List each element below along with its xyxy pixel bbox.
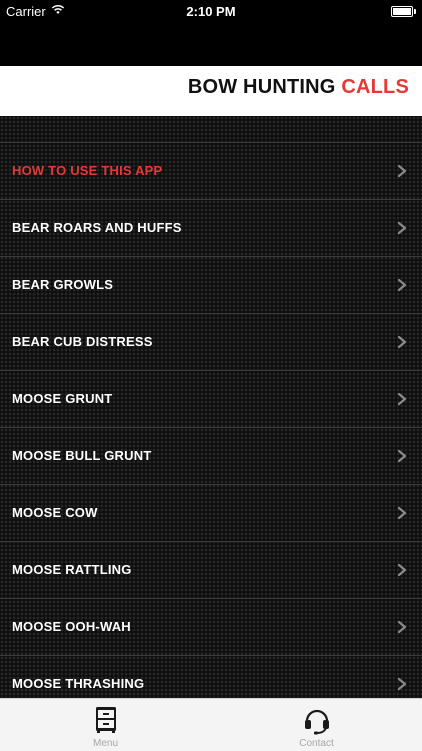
chevron-right-icon	[397, 563, 407, 577]
tab-label: Menu	[92, 738, 118, 749]
app-title: BOW HUNTING CALLS	[188, 76, 409, 99]
tab-menu[interactable]: Menu	[0, 699, 211, 751]
menu-item-label: MOOSE GRUNT	[12, 391, 113, 406]
menu-item-label: HOW TO USE THIS APP	[12, 163, 163, 178]
chevron-right-icon	[397, 221, 407, 235]
menu-item-bear-roars-and-huffs[interactable]: BEAR ROARS AND HUFFS	[0, 200, 422, 257]
tab-contact[interactable]: Contact	[211, 699, 422, 751]
menu-item-label: BEAR CUB DISTRESS	[12, 334, 153, 349]
chevron-right-icon	[397, 278, 407, 292]
menu-list[interactable]: HOW TO USE THIS APP BEAR ROARS AND HUFFS…	[0, 116, 422, 698]
chevron-right-icon	[397, 449, 407, 463]
status-bar: Carrier 2:10 PM	[0, 0, 422, 22]
menu-item-moose-bull-grunt[interactable]: MOOSE BULL GRUNT	[0, 428, 422, 485]
cabinet-icon	[96, 707, 116, 733]
menu-item-label: BEAR GROWLS	[12, 277, 114, 292]
menu-item-label: MOOSE COW	[12, 505, 98, 520]
menu-item-label: MOOSE RATTLING	[12, 562, 132, 577]
chevron-right-icon	[397, 677, 407, 691]
tab-bar: Menu Contact	[0, 698, 422, 751]
menu-item-label: BEAR ROARS AND HUFFS	[12, 220, 182, 235]
menu-item-label: MOOSE OOH-WAH	[12, 619, 131, 634]
chevron-right-icon	[397, 335, 407, 349]
chevron-right-icon	[397, 164, 407, 178]
navigation-bar	[0, 22, 422, 66]
list-top-spacer	[0, 116, 422, 143]
menu-item-moose-rattling[interactable]: MOOSE RATTLING	[0, 542, 422, 599]
menu-item-moose-thrashing[interactable]: MOOSE THRASHING	[0, 656, 422, 698]
chevron-right-icon	[397, 620, 407, 634]
tab-label: Contact	[299, 738, 334, 749]
menu-item-bear-growls[interactable]: BEAR GROWLS	[0, 257, 422, 314]
menu-item-label: MOOSE THRASHING	[12, 676, 145, 691]
chevron-right-icon	[397, 506, 407, 520]
title-banner: BOW HUNTING CALLS	[0, 66, 422, 116]
menu-item-moose-ooh-wah[interactable]: MOOSE OOH-WAH	[0, 599, 422, 656]
battery-icon	[391, 6, 416, 17]
menu-item-label: MOOSE BULL GRUNT	[12, 448, 152, 463]
menu-item-bear-cub-distress[interactable]: BEAR CUB DISTRESS	[0, 314, 422, 371]
app-title-accent: CALLS	[341, 76, 409, 98]
menu-item-moose-grunt[interactable]: MOOSE GRUNT	[0, 371, 422, 428]
chevron-right-icon	[397, 392, 407, 406]
menu-item-how-to-use[interactable]: HOW TO USE THIS APP	[0, 143, 422, 200]
status-time: 2:10 PM	[186, 4, 236, 19]
app-title-main: BOW HUNTING	[187, 76, 336, 98]
headset-icon	[305, 709, 329, 735]
menu-item-moose-cow[interactable]: MOOSE COW	[0, 485, 422, 542]
